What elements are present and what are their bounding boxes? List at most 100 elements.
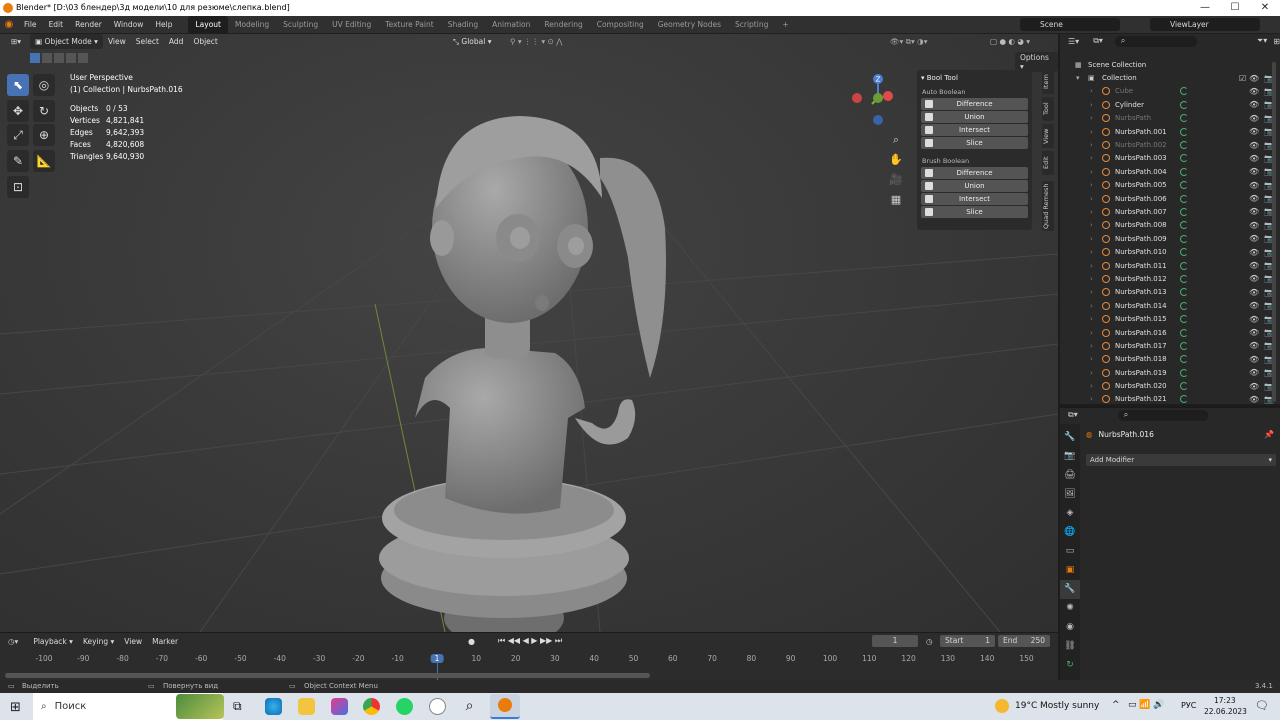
eye-icon[interactable]: 👁 [1249, 207, 1259, 216]
brush-union-button[interactable]: Union [921, 180, 1028, 192]
camera-icon[interactable]: 🎥 [887, 170, 905, 190]
eye-icon[interactable]: 👁 [1249, 274, 1259, 283]
modifier-icon[interactable] [1180, 181, 1188, 190]
tab-layout[interactable]: Layout [188, 15, 228, 34]
menu-add[interactable]: Add [164, 34, 189, 49]
eye-icon[interactable]: 👁 [1249, 368, 1259, 377]
outliner-item[interactable]: › Cylinder 👁 📷 [1060, 98, 1280, 111]
outliner[interactable]: ☰▾ ⧉▾ ⌕ ⏷▾ ⊞ ▦ Scene Collection ▾ ▣ Collect… [1060, 34, 1280, 404]
current-frame-field[interactable]: 1 [872, 635, 918, 647]
outliner-item[interactable]: › NurbsPath 👁 📷 [1060, 112, 1280, 125]
add-workspace-button[interactable]: + [775, 16, 795, 34]
eye-icon[interactable]: 👁 [1249, 181, 1259, 190]
tab-animation[interactable]: Animation [485, 16, 537, 34]
pen-app-icon[interactable]: ⌕ [461, 698, 478, 715]
collection-props-icon[interactable]: ▭ [1060, 542, 1080, 561]
add-modifier-dropdown[interactable]: Add Modifier ▾ [1086, 454, 1276, 466]
outliner-item[interactable]: › NurbsPath.010 👁 📷 [1060, 245, 1280, 258]
modifier-icon[interactable] [1180, 368, 1188, 377]
outliner-item[interactable]: › NurbsPath.008 👁 📷 [1060, 219, 1280, 232]
outliner-item[interactable]: › NurbsPath.011 👁 📷 [1060, 259, 1280, 272]
menu-keying[interactable]: Keying ▾ [78, 634, 119, 649]
rotate-tool-icon[interactable]: ↻ [33, 100, 55, 122]
eye-icon[interactable]: 👁 [1249, 328, 1259, 337]
eye-icon[interactable]: 👁 [1249, 248, 1259, 257]
timeline-scrollbar[interactable] [5, 673, 650, 678]
menu-edit[interactable]: Edit [43, 16, 70, 34]
physics-props-icon[interactable]: ◉ [1060, 618, 1080, 637]
zoom-icon[interactable]: ⌕ [887, 130, 905, 150]
checkbox-icon[interactable]: ☑ [1239, 74, 1246, 83]
edge-browser-icon[interactable] [265, 698, 282, 715]
modifier-icon[interactable] [1180, 248, 1188, 257]
auto-difference-button[interactable]: Difference [921, 98, 1028, 110]
modifier-icon[interactable] [1180, 288, 1188, 297]
chrome-icon[interactable] [363, 698, 380, 715]
eye-icon[interactable]: 👁 [1249, 114, 1259, 123]
tab-modeling[interactable]: Modeling [228, 16, 276, 34]
visibility-icons[interactable]: 👁▾ ⧉▾ ◑▾ [885, 34, 932, 49]
eye-icon[interactable]: 👁 [1249, 194, 1259, 203]
shading-mode-icons[interactable]: ▢ ● ◐ ◕ ▾ [985, 34, 1035, 49]
tab-geometry-nodes[interactable]: Geometry Nodes [651, 16, 728, 34]
modifier-icon[interactable] [1180, 87, 1188, 96]
view-layer-selector[interactable]: ViewLayer [1150, 18, 1260, 31]
tab-sculpting[interactable]: Sculpting [276, 16, 325, 34]
outliner-search-input[interactable]: ⌕ [1114, 35, 1197, 47]
eye-icon[interactable]: 👁 [1249, 74, 1259, 83]
tab-view[interactable]: View [1042, 124, 1054, 148]
word-app-icon[interactable] [429, 698, 446, 715]
mode-selector[interactable]: ▣ Object Mode ▾ [30, 34, 103, 49]
modifier-icon[interactable] [1180, 207, 1188, 216]
eye-icon[interactable]: 👁 [1249, 301, 1259, 310]
outliner-item[interactable]: › NurbsPath.016 👁 📷 [1060, 326, 1280, 339]
snap-icon[interactable]: ⚲ ▾ ⋮⋮ ▾ ⊙ ⋀ [505, 34, 567, 49]
scene-props-icon[interactable]: ◈ [1060, 504, 1080, 523]
outliner-editor-icon[interactable]: ☰▾ [1068, 37, 1079, 46]
outliner-item[interactable]: › NurbsPath.003 👁 📷 [1060, 152, 1280, 165]
tab-edit[interactable]: Edit [1042, 151, 1054, 175]
menu-render[interactable]: Render [69, 16, 108, 34]
whatsapp-icon[interactable] [396, 698, 413, 715]
outliner-item[interactable]: › NurbsPath.015 👁 📷 [1060, 312, 1280, 325]
minimize-button[interactable]: — [1190, 0, 1220, 16]
auto-union-button[interactable]: Union [921, 111, 1028, 123]
playhead-line[interactable] [437, 663, 438, 681]
modifier-icon[interactable] [1180, 141, 1188, 150]
bool-tool-title[interactable]: ▾ Bool Tool [921, 74, 1028, 82]
add-cube-tool-icon[interactable]: ⊡ [7, 176, 29, 198]
pin-icon[interactable]: 📌 [1264, 430, 1274, 439]
cursor-tool-icon[interactable]: ◎ [33, 74, 55, 96]
eye-icon[interactable]: 👁 [1249, 87, 1259, 96]
new-collection-icon[interactable]: ⊞ [1273, 37, 1280, 46]
view-layer-props-icon[interactable]: 🖼 [1060, 485, 1080, 504]
outliner-scrollbar[interactable] [1272, 62, 1276, 402]
output-props-icon[interactable]: 🖨 [1060, 466, 1080, 485]
world-props-icon[interactable]: 🌐 [1060, 523, 1080, 542]
scale-tool-icon[interactable]: ⤢ [7, 124, 29, 146]
menu-playback[interactable]: Playback ▾ [28, 634, 78, 649]
brush-intersect-button[interactable]: Intersect [921, 193, 1028, 205]
scene-collection-row[interactable]: ▦ Scene Collection [1060, 58, 1280, 71]
modifier-props-icon[interactable]: 🔧 [1060, 580, 1080, 599]
menu-help[interactable]: Help [149, 16, 178, 34]
transform-tool-icon[interactable]: ⊕ [33, 124, 55, 146]
notification-icon[interactable]: 🗨 [1255, 699, 1269, 712]
outliner-item[interactable]: › NurbsPath.020 👁 📷 [1060, 379, 1280, 392]
outliner-item[interactable]: › NurbsPath.021 👁 📷 [1060, 393, 1280, 406]
outliner-item[interactable]: › NurbsPath.005 👁 📷 [1060, 179, 1280, 192]
modifier-icon[interactable] [1180, 167, 1188, 176]
eye-icon[interactable]: 👁 [1249, 234, 1259, 243]
clock-time[interactable]: 17:23 [1214, 696, 1236, 705]
3d-viewport[interactable]: ⊞▾ ▣ Object Mode ▾ View Select Add Objec… [0, 34, 1058, 632]
menu-file[interactable]: File [18, 16, 43, 34]
menu-select[interactable]: Select [131, 34, 164, 49]
outliner-item[interactable]: › NurbsPath.002 👁 📷 [1060, 138, 1280, 151]
modifier-icon[interactable] [1180, 382, 1188, 391]
measure-tool-icon[interactable]: 📐 [33, 150, 55, 172]
tab-uv-editing[interactable]: UV Editing [325, 16, 378, 34]
menu-object[interactable]: Object [188, 34, 222, 49]
move-tool-icon[interactable]: ✥ [7, 100, 29, 122]
modifier-icon[interactable] [1180, 114, 1188, 123]
maximize-button[interactable]: ☐ [1220, 0, 1250, 16]
